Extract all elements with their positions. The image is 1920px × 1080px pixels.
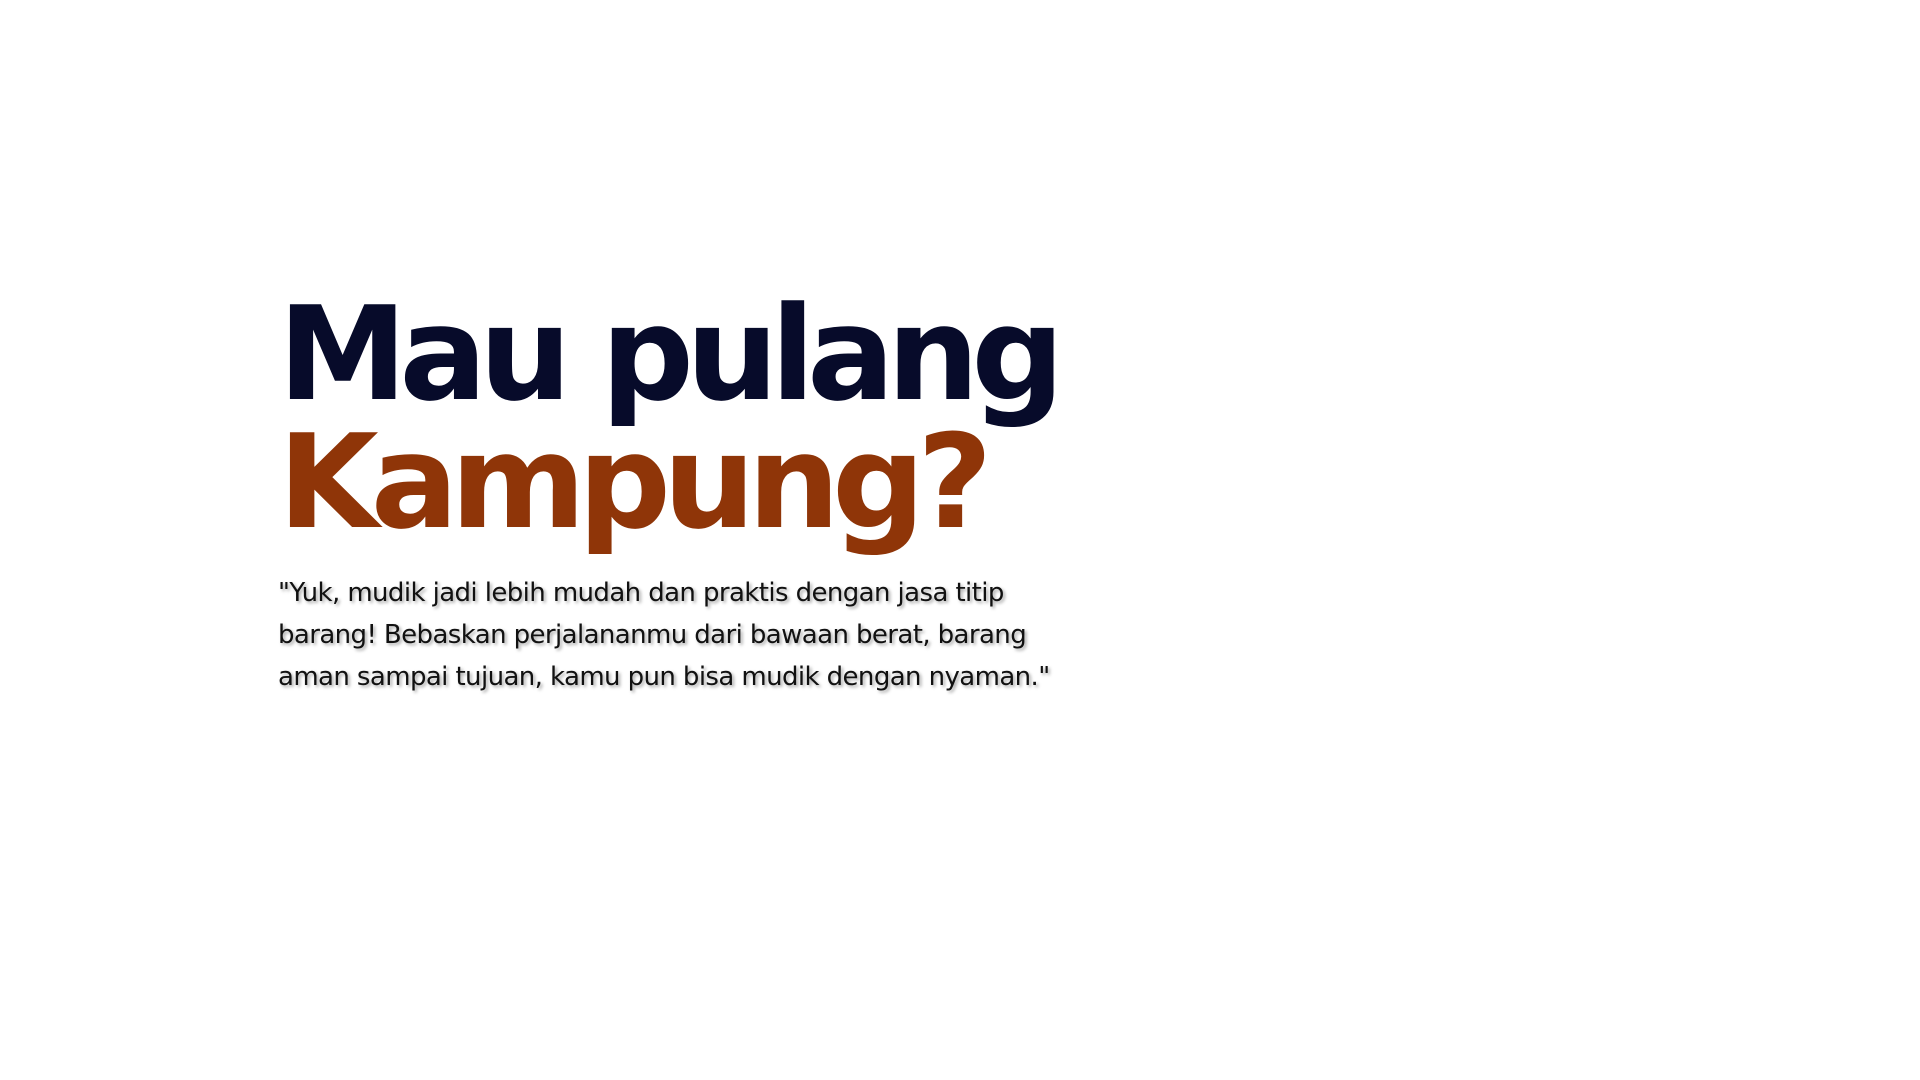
- headline-line-accent: Kampung?: [278, 406, 993, 558]
- page-canvas: Mau pulang Kampung? "Yuk, mudik jadi leb…: [0, 0, 1920, 1080]
- hero-headline: Mau pulang Kampung?: [278, 278, 1178, 558]
- hero-tagline: "Yuk, mudik jadi lebih mudah dan praktis…: [278, 578, 1050, 692]
- headline-line-primary: Mau pulang: [278, 278, 1064, 430]
- hero-section: Mau pulang Kampung? "Yuk, mudik jadi leb…: [278, 278, 1178, 698]
